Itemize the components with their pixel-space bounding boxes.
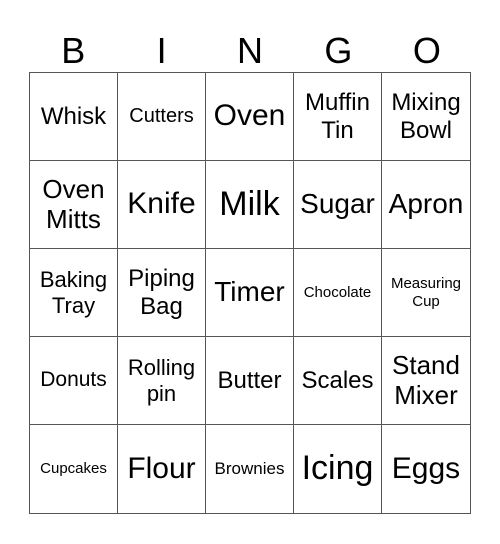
bingo-cell[interactable]: Donuts (30, 337, 118, 425)
header-letter: O (412, 30, 441, 71)
bingo-cell[interactable]: Apron (382, 161, 470, 249)
bingo-cell[interactable]: Knife (118, 161, 206, 249)
bingo-cell[interactable]: Measuring Cup (382, 249, 470, 337)
bingo-cell[interactable]: Eggs (382, 425, 470, 513)
bingo-cell[interactable]: Rolling pin (118, 337, 206, 425)
bingo-cell[interactable]: Piping Bag (118, 249, 206, 337)
bingo-cell[interactable]: Chocolate (294, 249, 382, 337)
bingo-grid: Whisk Cutters Oven Muffin Tin Mixing Bowl Ove… (29, 72, 471, 514)
header-letter: N (237, 30, 264, 71)
bingo-cell[interactable]: Baking Tray (30, 249, 118, 337)
bingo-cell[interactable]: Flour (118, 425, 206, 513)
bingo-cell[interactable]: Oven (206, 73, 294, 161)
bingo-cell[interactable]: Oven Mitts (30, 161, 118, 249)
bingo-cell[interactable]: Milk (206, 161, 294, 249)
header-letter: B (61, 30, 86, 71)
bingo-cell[interactable]: Mixing Bowl (382, 73, 470, 161)
header-letter: G (324, 30, 353, 71)
bingo-cell[interactable]: Sugar (294, 161, 382, 249)
bingo-cell[interactable]: Muffin Tin (294, 73, 382, 161)
bingo-header: B I N G O (29, 30, 471, 72)
bingo-cell[interactable]: Icing (294, 425, 382, 513)
bingo-cell[interactable]: Scales (294, 337, 382, 425)
bingo-cell[interactable]: Brownies (206, 425, 294, 513)
bingo-cell[interactable]: Butter (206, 337, 294, 425)
bingo-cell[interactable]: Cupcakes (30, 425, 118, 513)
bingo-cell[interactable]: Stand Mixer (382, 337, 470, 425)
header-letter: I (156, 30, 167, 71)
bingo-cell[interactable]: Whisk (30, 73, 118, 161)
bingo-cell[interactable]: Timer (206, 249, 294, 337)
bingo-cell[interactable]: Cutters (118, 73, 206, 161)
